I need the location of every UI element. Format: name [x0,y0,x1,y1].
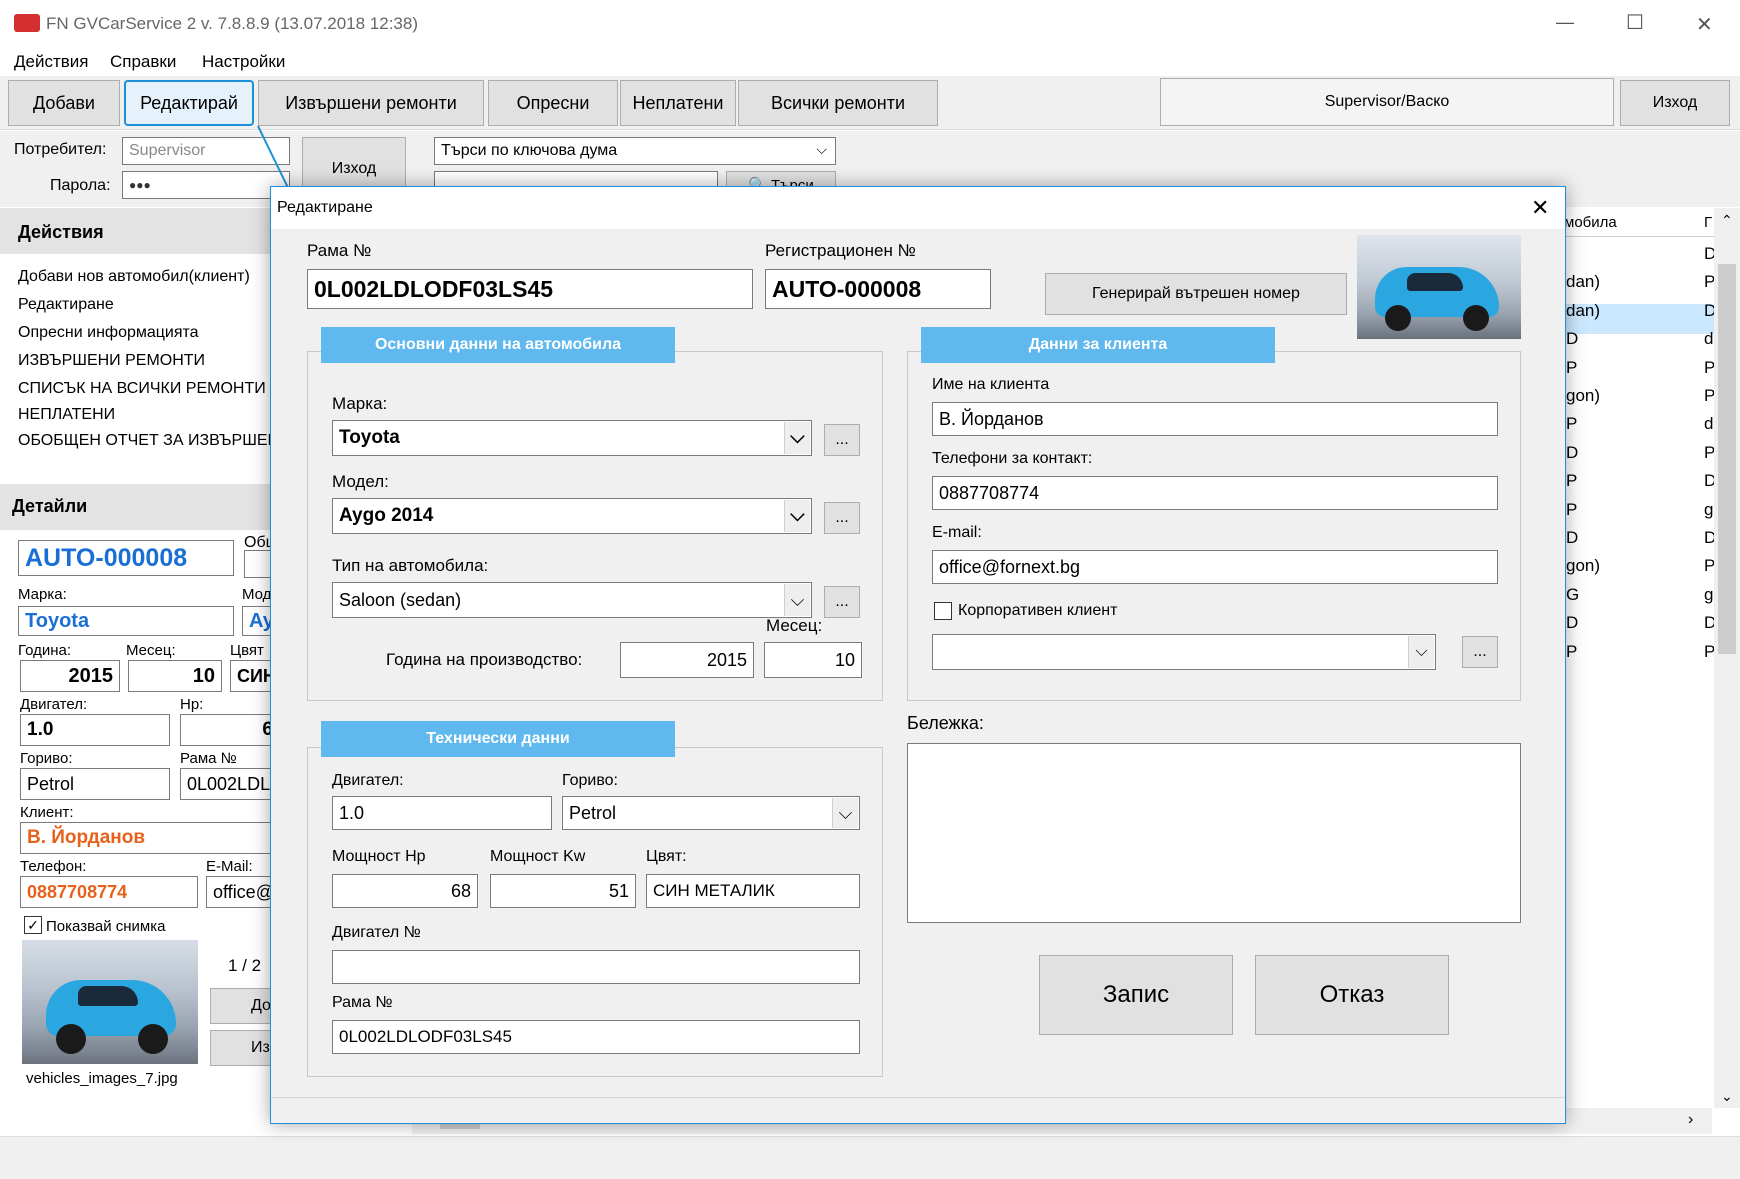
dialog-footer-line [271,1097,1565,1098]
car-section-header: Основни данни на автомобила [321,327,675,363]
corporate-checkbox[interactable] [934,602,952,620]
make-more-button[interactable]: ... [824,424,860,456]
make-select[interactable]: Toyota ⌵ [332,420,812,456]
fuel-select[interactable]: Petrol ⌵ [562,796,860,830]
type-label: Тип на автомобила: [332,556,489,575]
kw-input[interactable]: 51 [490,874,636,908]
client-email-label: E-mail: [932,524,982,541]
corporate-select[interactable]: ⌵ [932,634,1436,670]
vin2-label: Рама № [332,994,393,1011]
corporate-more-button[interactable]: ... [1462,636,1498,668]
model-more-button[interactable]: ... [824,502,860,534]
chevron-down-icon: ⌵ [832,798,858,828]
month-input[interactable]: 10 [764,642,862,678]
chevron-down-icon: ⌵ [784,584,810,616]
client-section-header: Данни за клиента [921,327,1275,363]
client-phone-label: Телефони за контакт: [932,450,1093,467]
edit-dialog: Редактиране ✕ Рама № 0L002LDLODF03LS45 Р… [270,186,1566,1124]
hp-input[interactable]: 68 [332,874,478,908]
tech-section-header: Технически данни [321,721,675,757]
make-label: Марка: [332,394,388,413]
model-label: Модел: [332,472,389,491]
engine-no-input[interactable] [332,950,860,984]
engine-input[interactable]: 1.0 [332,796,552,830]
vin-label: Рама № [307,241,372,260]
reg-label: Регистрационен № [765,241,916,260]
vin2-input[interactable]: 0L002LDLODF03LS45 [332,1020,860,1054]
client-phone-input[interactable]: 0887708774 [932,476,1498,510]
save-button[interactable]: Запис [1039,955,1233,1035]
client-name-input[interactable]: В. Йорданов [932,402,1498,436]
reg-input[interactable]: AUTO-000008 [765,269,991,309]
type-more-button[interactable]: ... [824,586,860,618]
client-name-label: Име на клиента [932,376,1050,393]
dialog-close-icon[interactable]: ✕ [1531,195,1549,221]
year-label: Година на производство: [386,650,583,669]
chevron-down-icon: ⌵ [784,422,810,454]
kw-label: Мощност Kw [490,848,586,865]
month-label: Месец: [766,616,823,635]
corporate-label: Корпоративен клиент [958,602,1118,619]
note-textarea[interactable] [907,743,1521,923]
vin-input[interactable]: 0L002LDLODF03LS45 [307,269,753,309]
year-input[interactable]: 2015 [620,642,754,678]
color-input[interactable]: СИН МЕТАЛИК [646,874,860,908]
color-label: Цвят: [646,848,687,865]
dialog-title: Редактиране [277,199,373,216]
dialog-title-bar: Редактиране ✕ [271,187,1565,229]
client-data-group: Име на клиента В. Йорданов Телефони за к… [907,351,1521,701]
note-label: Бележка: [907,713,984,733]
type-select[interactable]: Saloon (sedan) ⌵ [332,582,812,618]
cancel-button[interactable]: Отказ [1255,955,1449,1035]
hp-label: Мощност Hp [332,848,426,865]
engine-label: Двигател: [332,772,404,789]
engine-no-label: Двигател № [332,924,421,941]
dialog-car-photo [1357,235,1521,339]
tech-data-group: Двигател: 1.0 Гориво: Petrol ⌵ Мощност H… [307,747,883,1077]
generate-number-button[interactable]: Генерирай вътрешен номер [1045,273,1347,315]
client-email-input[interactable]: office@fornext.bg [932,550,1498,584]
model-select[interactable]: Aygo 2014 ⌵ [332,498,812,534]
fuel-label: Гориво: [562,772,618,789]
chevron-down-icon: ⌵ [784,500,810,532]
chevron-down-icon: ⌵ [1408,636,1434,668]
car-data-group: Марка: Toyota ⌵ ... Модел: Aygo 2014 ⌵ .… [307,351,883,701]
